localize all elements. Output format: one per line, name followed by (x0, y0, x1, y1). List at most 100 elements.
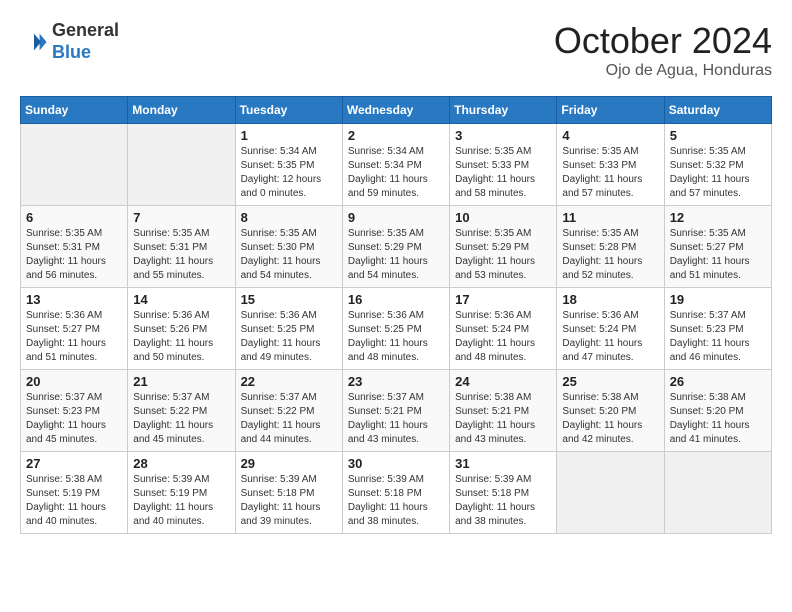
calendar-week-row: 27 Sunrise: 5:38 AM Sunset: 5:19 PM Dayli… (21, 452, 772, 534)
day-number: 20 (26, 374, 122, 389)
day-info: Sunrise: 5:35 AM Sunset: 5:33 PM Dayligh… (455, 145, 551, 201)
day-number: 2 (348, 128, 444, 143)
day-info: Sunrise: 5:39 AM Sunset: 5:18 PM Dayligh… (455, 473, 551, 529)
calendar-cell: 14 Sunrise: 5:36 AM Sunset: 5:26 PM Dayli… (128, 288, 235, 370)
weekday-header: Friday (557, 97, 664, 124)
calendar-cell: 27 Sunrise: 5:38 AM Sunset: 5:19 PM Dayli… (21, 452, 128, 534)
day-number: 22 (241, 374, 337, 389)
day-number: 6 (26, 210, 122, 225)
calendar-cell: 12 Sunrise: 5:35 AM Sunset: 5:27 PM Dayli… (664, 206, 771, 288)
logo-icon (20, 28, 48, 56)
day-number: 15 (241, 292, 337, 307)
calendar-cell: 7 Sunrise: 5:35 AM Sunset: 5:31 PM Daylig… (128, 206, 235, 288)
day-info: Sunrise: 5:36 AM Sunset: 5:26 PM Dayligh… (133, 309, 229, 365)
calendar-cell (557, 452, 664, 534)
day-info: Sunrise: 5:39 AM Sunset: 5:18 PM Dayligh… (348, 473, 444, 529)
day-number: 9 (348, 210, 444, 225)
calendar-cell: 20 Sunrise: 5:37 AM Sunset: 5:23 PM Dayli… (21, 370, 128, 452)
day-info: Sunrise: 5:34 AM Sunset: 5:35 PM Dayligh… (241, 145, 337, 201)
calendar-cell: 1 Sunrise: 5:34 AM Sunset: 5:35 PM Daylig… (235, 124, 342, 206)
day-number: 21 (133, 374, 229, 389)
calendar-cell: 10 Sunrise: 5:35 AM Sunset: 5:29 PM Dayli… (450, 206, 557, 288)
day-number: 12 (670, 210, 766, 225)
page-header: General Blue October 2024 Ojo de Agua, H… (20, 20, 772, 80)
day-number: 25 (562, 374, 658, 389)
day-info: Sunrise: 5:35 AM Sunset: 5:27 PM Dayligh… (670, 227, 766, 283)
calendar-cell: 6 Sunrise: 5:35 AM Sunset: 5:31 PM Daylig… (21, 206, 128, 288)
day-info: Sunrise: 5:38 AM Sunset: 5:21 PM Dayligh… (455, 391, 551, 447)
day-number: 14 (133, 292, 229, 307)
calendar-cell (128, 124, 235, 206)
weekday-header: Tuesday (235, 97, 342, 124)
day-number: 11 (562, 210, 658, 225)
weekday-header: Saturday (664, 97, 771, 124)
day-info: Sunrise: 5:38 AM Sunset: 5:19 PM Dayligh… (26, 473, 122, 529)
day-number: 5 (670, 128, 766, 143)
calendar-cell: 31 Sunrise: 5:39 AM Sunset: 5:18 PM Dayli… (450, 452, 557, 534)
day-info: Sunrise: 5:35 AM Sunset: 5:29 PM Dayligh… (348, 227, 444, 283)
logo: General Blue (20, 20, 119, 63)
day-info: Sunrise: 5:36 AM Sunset: 5:27 PM Dayligh… (26, 309, 122, 365)
weekday-header: Sunday (21, 97, 128, 124)
day-number: 29 (241, 456, 337, 471)
day-info: Sunrise: 5:38 AM Sunset: 5:20 PM Dayligh… (562, 391, 658, 447)
day-number: 1 (241, 128, 337, 143)
day-number: 23 (348, 374, 444, 389)
day-number: 31 (455, 456, 551, 471)
day-number: 16 (348, 292, 444, 307)
calendar-cell: 22 Sunrise: 5:37 AM Sunset: 5:22 PM Dayli… (235, 370, 342, 452)
day-info: Sunrise: 5:35 AM Sunset: 5:33 PM Dayligh… (562, 145, 658, 201)
calendar-cell: 3Sunrise: 5:35 AM Sunset: 5:33 PM Daylig… (450, 124, 557, 206)
calendar-cell: 16 Sunrise: 5:36 AM Sunset: 5:25 PM Dayli… (342, 288, 449, 370)
calendar-cell: 30Sunrise: 5:39 AM Sunset: 5:18 PM Dayli… (342, 452, 449, 534)
day-info: Sunrise: 5:36 AM Sunset: 5:25 PM Dayligh… (348, 309, 444, 365)
title-block: October 2024 Ojo de Agua, Honduras (554, 20, 772, 80)
calendar-cell: 29 Sunrise: 5:39 AM Sunset: 5:18 PM Dayli… (235, 452, 342, 534)
day-number: 17 (455, 292, 551, 307)
day-number: 27 (26, 456, 122, 471)
logo-text: General Blue (52, 20, 119, 63)
day-info: Sunrise: 5:39 AM Sunset: 5:18 PM Dayligh… (241, 473, 337, 529)
day-info: Sunrise: 5:36 AM Sunset: 5:24 PM Dayligh… (562, 309, 658, 365)
calendar-cell: 21Sunrise: 5:37 AM Sunset: 5:22 PM Dayli… (128, 370, 235, 452)
calendar-table: SundayMondayTuesdayWednesdayThursdayFrid… (20, 96, 772, 534)
calendar-week-row: 20 Sunrise: 5:37 AM Sunset: 5:23 PM Dayli… (21, 370, 772, 452)
day-info: Sunrise: 5:37 AM Sunset: 5:22 PM Dayligh… (241, 391, 337, 447)
day-number: 13 (26, 292, 122, 307)
weekday-header: Monday (128, 97, 235, 124)
day-info: Sunrise: 5:35 AM Sunset: 5:28 PM Dayligh… (562, 227, 658, 283)
day-info: Sunrise: 5:37 AM Sunset: 5:23 PM Dayligh… (670, 309, 766, 365)
calendar-cell: 23 Sunrise: 5:37 AM Sunset: 5:21 PM Dayli… (342, 370, 449, 452)
day-info: Sunrise: 5:35 AM Sunset: 5:29 PM Dayligh… (455, 227, 551, 283)
day-info: Sunrise: 5:35 AM Sunset: 5:32 PM Dayligh… (670, 145, 766, 201)
calendar-cell: 13 Sunrise: 5:36 AM Sunset: 5:27 PM Dayli… (21, 288, 128, 370)
calendar-cell: 18 Sunrise: 5:36 AM Sunset: 5:24 PM Dayli… (557, 288, 664, 370)
calendar-cell: 19 Sunrise: 5:37 AM Sunset: 5:23 PM Dayli… (664, 288, 771, 370)
calendar-cell: 4 Sunrise: 5:35 AM Sunset: 5:33 PM Daylig… (557, 124, 664, 206)
day-number: 26 (670, 374, 766, 389)
day-number: 24 (455, 374, 551, 389)
weekday-header: Wednesday (342, 97, 449, 124)
day-number: 18 (562, 292, 658, 307)
day-info: Sunrise: 5:35 AM Sunset: 5:31 PM Dayligh… (133, 227, 229, 283)
calendar-cell: 24 Sunrise: 5:38 AM Sunset: 5:21 PM Dayli… (450, 370, 557, 452)
day-number: 19 (670, 292, 766, 307)
day-number: 10 (455, 210, 551, 225)
day-number: 4 (562, 128, 658, 143)
calendar-cell: 15Sunrise: 5:36 AM Sunset: 5:25 PM Dayli… (235, 288, 342, 370)
location-title: Ojo de Agua, Honduras (554, 62, 772, 80)
calendar-cell: 8Sunrise: 5:35 AM Sunset: 5:30 PM Daylig… (235, 206, 342, 288)
day-info: Sunrise: 5:39 AM Sunset: 5:19 PM Dayligh… (133, 473, 229, 529)
day-info: Sunrise: 5:34 AM Sunset: 5:34 PM Dayligh… (348, 145, 444, 201)
calendar-week-row: 13 Sunrise: 5:36 AM Sunset: 5:27 PM Dayli… (21, 288, 772, 370)
calendar-week-row: 6 Sunrise: 5:35 AM Sunset: 5:31 PM Daylig… (21, 206, 772, 288)
day-info: Sunrise: 5:37 AM Sunset: 5:21 PM Dayligh… (348, 391, 444, 447)
month-title: October 2024 (554, 20, 772, 62)
calendar-cell: 28Sunrise: 5:39 AM Sunset: 5:19 PM Dayli… (128, 452, 235, 534)
day-info: Sunrise: 5:37 AM Sunset: 5:23 PM Dayligh… (26, 391, 122, 447)
weekday-header: Thursday (450, 97, 557, 124)
weekday-header-row: SundayMondayTuesdayWednesdayThursdayFrid… (21, 97, 772, 124)
day-info: Sunrise: 5:35 AM Sunset: 5:31 PM Dayligh… (26, 227, 122, 283)
calendar-cell: 25 Sunrise: 5:38 AM Sunset: 5:20 PM Dayli… (557, 370, 664, 452)
day-number: 7 (133, 210, 229, 225)
